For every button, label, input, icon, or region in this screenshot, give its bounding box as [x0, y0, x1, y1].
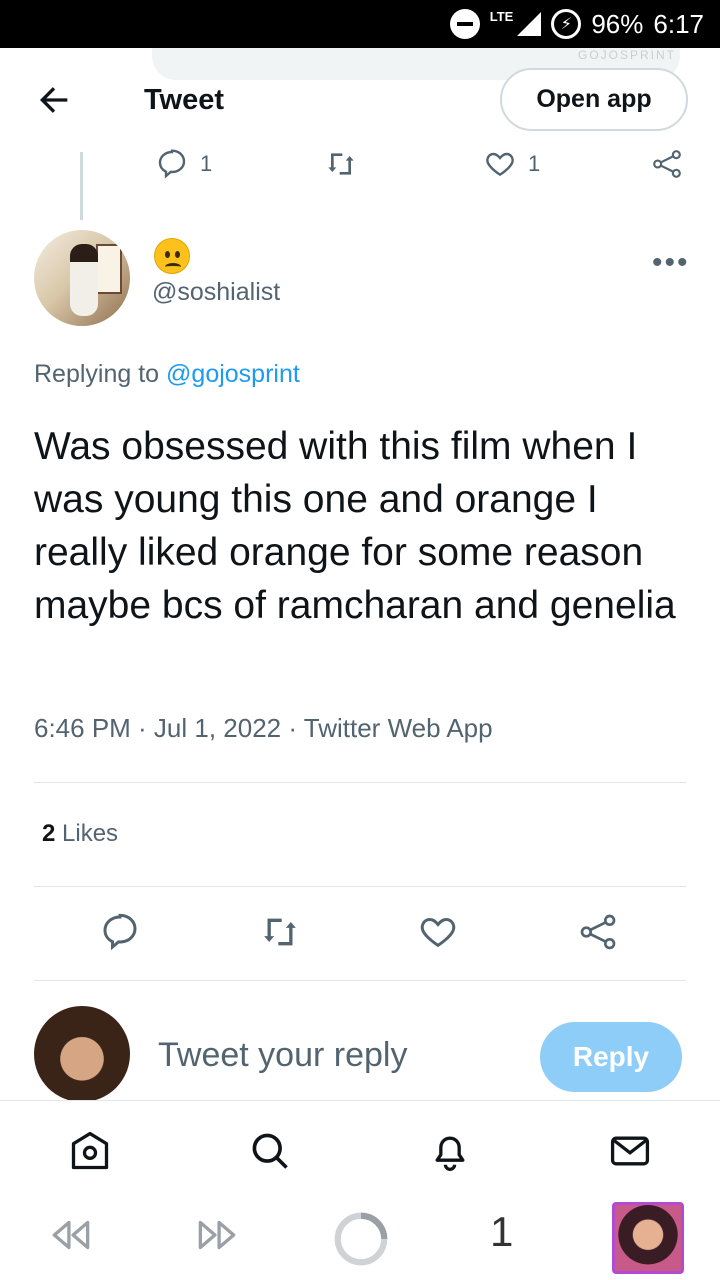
reload-icon[interactable]: [330, 1208, 392, 1270]
previous-share-button[interactable]: [650, 148, 684, 180]
open-tabs-count[interactable]: 1: [490, 1208, 513, 1256]
avatar-figure: [70, 244, 98, 316]
retweet-icon: [328, 153, 354, 175]
browser-forward-icon[interactable]: [192, 1210, 242, 1260]
back-arrow-icon[interactable]: [34, 80, 74, 120]
watermark-text: GOJOSPRINT: [578, 48, 677, 62]
my-avatar: [34, 1006, 130, 1102]
previous-retweet-button[interactable]: [324, 148, 358, 180]
author-display-name-emoji[interactable]: [154, 238, 190, 274]
status-bar: LTE ⚡ 96% 6:17: [0, 0, 720, 48]
tweet-metadata[interactable]: 6:46 PM · Jul 1, 2022 · Twitter Web App: [34, 713, 493, 744]
retweet-icon[interactable]: [260, 912, 300, 952]
tab-thumbnail[interactable]: [612, 1202, 684, 1274]
previous-reply-count: 1: [200, 151, 213, 176]
reply-icon: [158, 149, 186, 179]
author-handle[interactable]: @soshialist: [152, 278, 280, 307]
replying-prefix: Replying to: [34, 360, 160, 388]
previous-like-button[interactable]: 1: [484, 148, 540, 180]
reply-input[interactable]: [158, 1036, 518, 1075]
reply-icon[interactable]: [100, 912, 140, 952]
like-icon[interactable]: [418, 912, 458, 952]
battery-icon: ⚡: [551, 9, 582, 39]
author-avatar[interactable]: [34, 230, 130, 326]
previous-reply-button[interactable]: 1: [156, 148, 212, 180]
tweet-text: Was obsessed with this film when I was y…: [34, 425, 676, 627]
browser-back-icon[interactable]: [46, 1210, 96, 1260]
reply-button[interactable]: Reply: [540, 1022, 682, 1092]
notifications-icon[interactable]: [428, 1129, 472, 1173]
replying-to-link[interactable]: @gojosprint: [166, 360, 300, 388]
like-icon: [486, 152, 514, 177]
open-app-button[interactable]: Open app: [500, 68, 688, 131]
likes-label: Likes: [62, 820, 119, 847]
more-icon[interactable]: •••: [652, 246, 690, 280]
bottom-tab-bar: [0, 1100, 720, 1196]
avatar-background: [96, 244, 122, 294]
divider: [34, 980, 686, 981]
page-title: Tweet: [144, 84, 225, 116]
divider: [34, 782, 686, 783]
share-icon: [653, 150, 681, 178]
previous-like-count: 1: [528, 151, 541, 176]
divider: [34, 886, 686, 887]
network-type: LTE: [489, 8, 514, 24]
do-not-disturb-icon: [449, 9, 480, 39]
share-icon[interactable]: [578, 912, 618, 952]
likes-count: 2: [42, 820, 56, 847]
previous-tweet-actions: 1 1: [0, 140, 720, 190]
replying-to: Replying to @gojosprint: [34, 360, 300, 389]
messages-icon[interactable]: [608, 1129, 652, 1173]
likes-summary[interactable]: 2 Likes: [42, 820, 118, 848]
clock: 6:17: [653, 8, 704, 39]
battery-level: 96%: [591, 8, 644, 39]
home-icon[interactable]: [68, 1129, 112, 1173]
signal-icon: [517, 12, 542, 36]
search-icon[interactable]: [248, 1129, 292, 1173]
